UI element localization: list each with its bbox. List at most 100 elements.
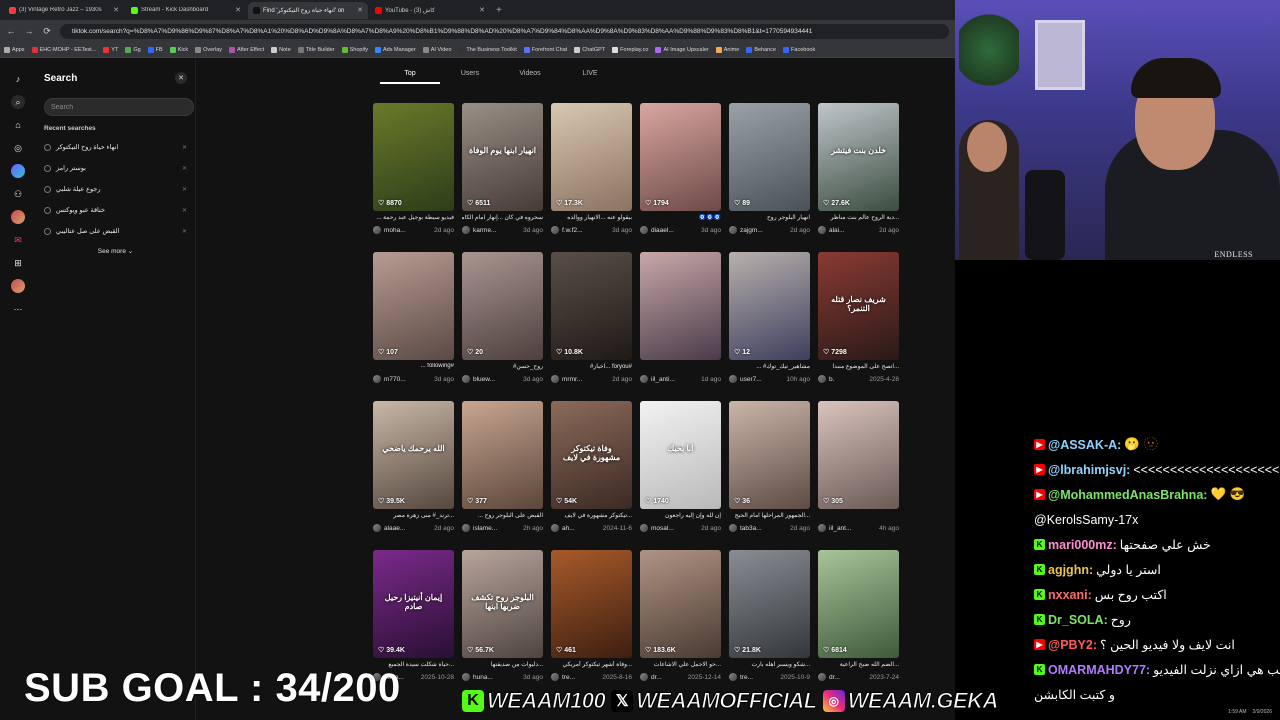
video-caption[interactable]: ...حو الاجمل علي الاشاعات bbox=[640, 661, 721, 670]
username[interactable]: b. bbox=[829, 376, 866, 383]
username[interactable]: huna... bbox=[473, 674, 520, 681]
bookmark-item[interactable]: Apps bbox=[4, 46, 25, 53]
bookmark-item[interactable]: Kick bbox=[169, 46, 188, 53]
tiktok-logo-icon[interactable]: ♪ bbox=[11, 72, 25, 86]
bookmark-item[interactable]: ChatGPT bbox=[574, 46, 605, 53]
username[interactable]: tab3a... bbox=[740, 525, 787, 532]
video-thumbnail[interactable]: ♡ 20 bbox=[462, 252, 543, 360]
avatar[interactable] bbox=[373, 524, 381, 532]
home-icon[interactable]: ⌂ bbox=[11, 118, 25, 132]
video-thumbnail[interactable]: وفاة تيكتوكر مشهورة في لايف ♡ 54K bbox=[551, 401, 632, 509]
video-caption[interactable]: #foryou ...اخبار# bbox=[551, 363, 632, 372]
username[interactable]: alaae... bbox=[384, 525, 431, 532]
video-thumbnail[interactable]: انهيار ابنها يوم الوفاة ♡ 6511 bbox=[462, 103, 543, 211]
video-caption[interactable]: انهيار البلوجر روح bbox=[729, 214, 810, 223]
video-caption[interactable]: #following ... bbox=[373, 363, 454, 372]
video-card[interactable]: ♡ 36 ...الجمهور المراحلها امام الحيج tab3a… bbox=[729, 401, 810, 550]
search-input[interactable] bbox=[44, 98, 194, 116]
avatar[interactable] bbox=[640, 524, 648, 532]
video-caption[interactable]: 🧿🧿🧿 bbox=[640, 214, 721, 223]
video-thumbnail[interactable]: ♡ 377 bbox=[462, 401, 543, 509]
see-more-button[interactable]: See more ⌄ bbox=[44, 247, 187, 255]
video-caption[interactable]: ...وفاة أشهر تيكتوكر أمريكي bbox=[551, 661, 632, 670]
video-thumbnail[interactable]: إيمان أنيتيزا رحيل صادم ♡ 39.4K bbox=[373, 550, 454, 658]
avatar[interactable] bbox=[729, 673, 737, 681]
messages-icon[interactable]: ✉ bbox=[11, 233, 25, 247]
video-caption[interactable]: بيقولو عنه ...الانهيار ووالده bbox=[551, 214, 632, 223]
video-card[interactable]: ♡ 17.3K بيقولو عنه ...الانهيار ووالده f.w.… bbox=[551, 103, 632, 252]
profile-avatar-icon[interactable] bbox=[11, 279, 25, 293]
video-card[interactable]: ♡ 1794 🧿🧿🧿 diaael... 3d ago bbox=[640, 103, 721, 252]
video-card[interactable]: وفاة تيكتوكر مشهورة في لايف ♡ 54K ...تيكتو… bbox=[551, 401, 632, 550]
username[interactable]: f.w.f2... bbox=[562, 227, 609, 234]
video-card[interactable]: ♡ 183.6K ...حو الاجمل علي الاشاعات dr... 20… bbox=[640, 550, 721, 699]
close-icon[interactable]: ✕ bbox=[357, 6, 363, 14]
avatar[interactable] bbox=[551, 375, 559, 383]
bookmark-item[interactable]: After Effect bbox=[229, 46, 264, 53]
username[interactable]: tre... bbox=[562, 674, 599, 681]
video-card[interactable]: iil_anti... 1d ago bbox=[640, 252, 721, 401]
close-icon[interactable]: ✕ bbox=[479, 6, 485, 14]
bookmark-item[interactable]: YT bbox=[103, 46, 118, 53]
video-card[interactable]: الله يرحمك ياضحي ♡ 39.5K ...ترند_# منى زهر… bbox=[373, 401, 454, 550]
username[interactable]: diaael... bbox=[651, 227, 698, 234]
close-icon[interactable]: ✕ bbox=[182, 165, 187, 172]
search-icon[interactable]: ⌕ bbox=[11, 95, 25, 109]
username[interactable]: ah... bbox=[562, 525, 600, 532]
avatar[interactable] bbox=[373, 375, 381, 383]
video-card[interactable]: ♡ 6814 ...الضم الله ضبح الراعية dr... 2023-… bbox=[818, 550, 899, 699]
close-icon[interactable]: ✕ bbox=[182, 228, 187, 235]
avatar[interactable] bbox=[729, 375, 737, 383]
avatar[interactable] bbox=[462, 375, 470, 383]
avatar[interactable] bbox=[551, 524, 559, 532]
tab-videos[interactable]: Videos bbox=[500, 70, 560, 84]
reload-icon[interactable]: ⟳ bbox=[42, 26, 52, 37]
bookmark-item[interactable]: Note bbox=[271, 46, 291, 53]
video-card[interactable]: انهيار ابنها يوم الوفاة ♡ 6511 سحروه في كا… bbox=[462, 103, 543, 252]
username[interactable]: dr... bbox=[651, 674, 685, 681]
username[interactable]: mosal... bbox=[651, 525, 698, 532]
close-icon[interactable]: ✕ bbox=[182, 186, 187, 193]
bookmark-item[interactable]: FB bbox=[147, 46, 163, 53]
close-icon[interactable]: ✕ bbox=[182, 207, 187, 214]
recent-search-item[interactable]: انهاء حياة روح التيكتوكر ✕ bbox=[44, 141, 187, 153]
avatar[interactable] bbox=[551, 673, 559, 681]
video-thumbnail[interactable]: ♡ 8870 bbox=[373, 103, 454, 211]
username[interactable]: bluew... bbox=[473, 376, 520, 383]
tab-top[interactable]: Top bbox=[380, 70, 440, 84]
avatar[interactable] bbox=[818, 226, 826, 234]
username[interactable]: karme... bbox=[473, 227, 520, 234]
video-card[interactable]: ♡ 461 ...وفاة أشهر تيكتوكر أمريكي tre... 20… bbox=[551, 550, 632, 699]
username[interactable]: iil_anti... bbox=[651, 376, 698, 383]
video-card[interactable]: ♡ 377 القبض على البلوجر روح ... islame... 2… bbox=[462, 401, 543, 550]
upload-icon[interactable]: ⊞ bbox=[11, 256, 25, 270]
explore-icon[interactable]: ◎ bbox=[11, 141, 25, 155]
video-caption[interactable]: ...ترند_# منى زهرة مصر bbox=[373, 512, 454, 521]
username[interactable]: iil_ant... bbox=[829, 525, 876, 532]
video-thumbnail[interactable]: الله يرحمك ياضحي ♡ 39.5K bbox=[373, 401, 454, 509]
bookmark-item[interactable]: Ads Manager bbox=[374, 46, 416, 53]
video-card[interactable]: ♡ 8870 فيديو سيطة بوجيل عبد رحمة ... moha.… bbox=[373, 103, 454, 252]
video-thumbnail[interactable]: ♡ 1794 bbox=[640, 103, 721, 211]
new-tab-button[interactable]: + bbox=[496, 5, 502, 16]
video-card[interactable]: البلوجر روح تكشف ضربها ابنها ♡ 56.7K ...دل… bbox=[462, 550, 543, 699]
video-thumbnail[interactable]: خلدن بنت فيتشر ♡ 27.6K bbox=[818, 103, 899, 211]
username[interactable]: zajgm... bbox=[740, 227, 787, 234]
video-thumbnail[interactable]: ♡ 17.3K bbox=[551, 103, 632, 211]
video-caption[interactable]: ...دليوات من صديقتها bbox=[462, 661, 543, 670]
video-caption[interactable]: ...تيكتوكر مشهورة في لايف bbox=[551, 512, 632, 521]
close-icon[interactable]: ✕ bbox=[113, 6, 119, 14]
avatar[interactable] bbox=[640, 375, 648, 383]
video-thumbnail[interactable]: ♡ 107 bbox=[373, 252, 454, 360]
video-thumbnail[interactable]: ♡ 21.8K bbox=[729, 550, 810, 658]
username[interactable]: islame... bbox=[473, 525, 520, 532]
bookmark-item[interactable]: The Business Toolkit bbox=[458, 46, 517, 53]
video-card[interactable]: ♡ 107 #following ... m770... 3d ago bbox=[373, 252, 454, 401]
bookmark-item[interactable]: Gg bbox=[125, 46, 141, 53]
bookmark-item[interactable]: AI Video bbox=[422, 46, 451, 53]
video-thumbnail[interactable]: ♡ 6814 bbox=[818, 550, 899, 658]
video-thumbnail[interactable]: ♡ 10.8K bbox=[551, 252, 632, 360]
browser-tab[interactable]: YouTube - (3) كاش ✕ bbox=[370, 2, 490, 19]
avatar[interactable] bbox=[462, 226, 470, 234]
username[interactable]: user7... bbox=[740, 376, 784, 383]
